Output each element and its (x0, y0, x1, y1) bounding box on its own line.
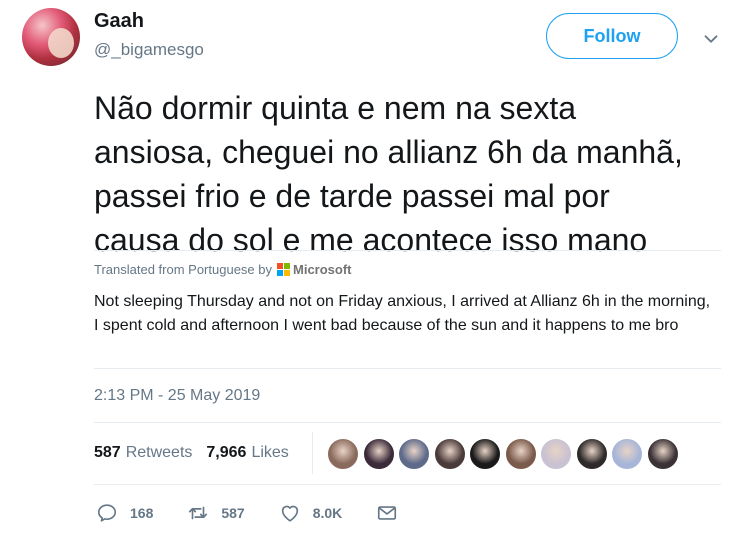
tweet-text-line: passei frio e de tarde passei mal por (94, 178, 610, 214)
liker-avatar[interactable] (646, 438, 679, 470)
tweet-stats: 587 Retweets 7,966 Likes (94, 444, 289, 462)
translation-attribution: Translated from Portuguese by Microsoft (94, 262, 352, 277)
divider (94, 484, 721, 485)
divider (94, 250, 721, 251)
reply-button[interactable]: 168 (96, 502, 153, 524)
retweets-stat[interactable]: 587 Retweets (94, 444, 192, 462)
liker-avatar[interactable] (611, 438, 643, 470)
likes-stat[interactable]: 7,966 Likes (206, 444, 288, 462)
liker-avatar[interactable] (433, 438, 466, 470)
translation-provider[interactable]: Microsoft (293, 262, 352, 277)
direct-message-button[interactable] (376, 502, 410, 524)
follow-button[interactable]: Follow (546, 13, 678, 59)
tweet-timestamp[interactable]: 2:13 PM - 25 May 2019 (94, 387, 260, 405)
translated-text: Not sleeping Thursday and not on Friday … (94, 293, 711, 334)
divider (94, 368, 721, 369)
divider (94, 422, 721, 423)
liker-avatar[interactable] (469, 438, 501, 470)
retweet-icon (189, 506, 208, 520)
tweet-actions: 168 587 8.0K (96, 502, 444, 524)
translation-prefix: Translated from Portuguese by (94, 262, 272, 277)
liker-avatar[interactable] (398, 438, 430, 470)
tweet-text-line: causa do sol e me acontece isso mano (94, 222, 648, 258)
reply-count: 168 (130, 505, 154, 521)
liker-avatars (327, 438, 682, 470)
user-avatar[interactable] (22, 8, 80, 66)
tweet-text-line: ansiosa, cheguei no allianz 6h da manhã, (94, 134, 683, 170)
retweet-button[interactable]: 587 (187, 502, 245, 524)
tweet-text: Não dormir quinta e nem na sexta ansiosa… (94, 86, 734, 262)
user-handle[interactable]: @_bigamesgo (94, 40, 204, 60)
tweet-text-line: Não dormir quinta e nem na sexta (94, 90, 577, 126)
like-count: 8.0K (312, 505, 343, 521)
liker-avatar[interactable] (362, 438, 395, 470)
user-display-name[interactable]: Gaah (94, 10, 144, 33)
retweet-count: 587 (221, 505, 245, 521)
liker-avatar[interactable] (327, 438, 359, 470)
liker-avatar[interactable] (540, 438, 572, 470)
liker-avatar[interactable] (575, 438, 608, 470)
chevron-down-icon[interactable] (700, 28, 722, 50)
stats-separator (312, 432, 313, 474)
microsoft-logo-icon (277, 263, 290, 276)
envelope-icon (378, 506, 397, 520)
reply-icon (97, 504, 117, 522)
liker-avatar[interactable] (504, 438, 537, 470)
like-button[interactable]: 8.0K (279, 502, 343, 524)
heart-icon (281, 505, 298, 522)
